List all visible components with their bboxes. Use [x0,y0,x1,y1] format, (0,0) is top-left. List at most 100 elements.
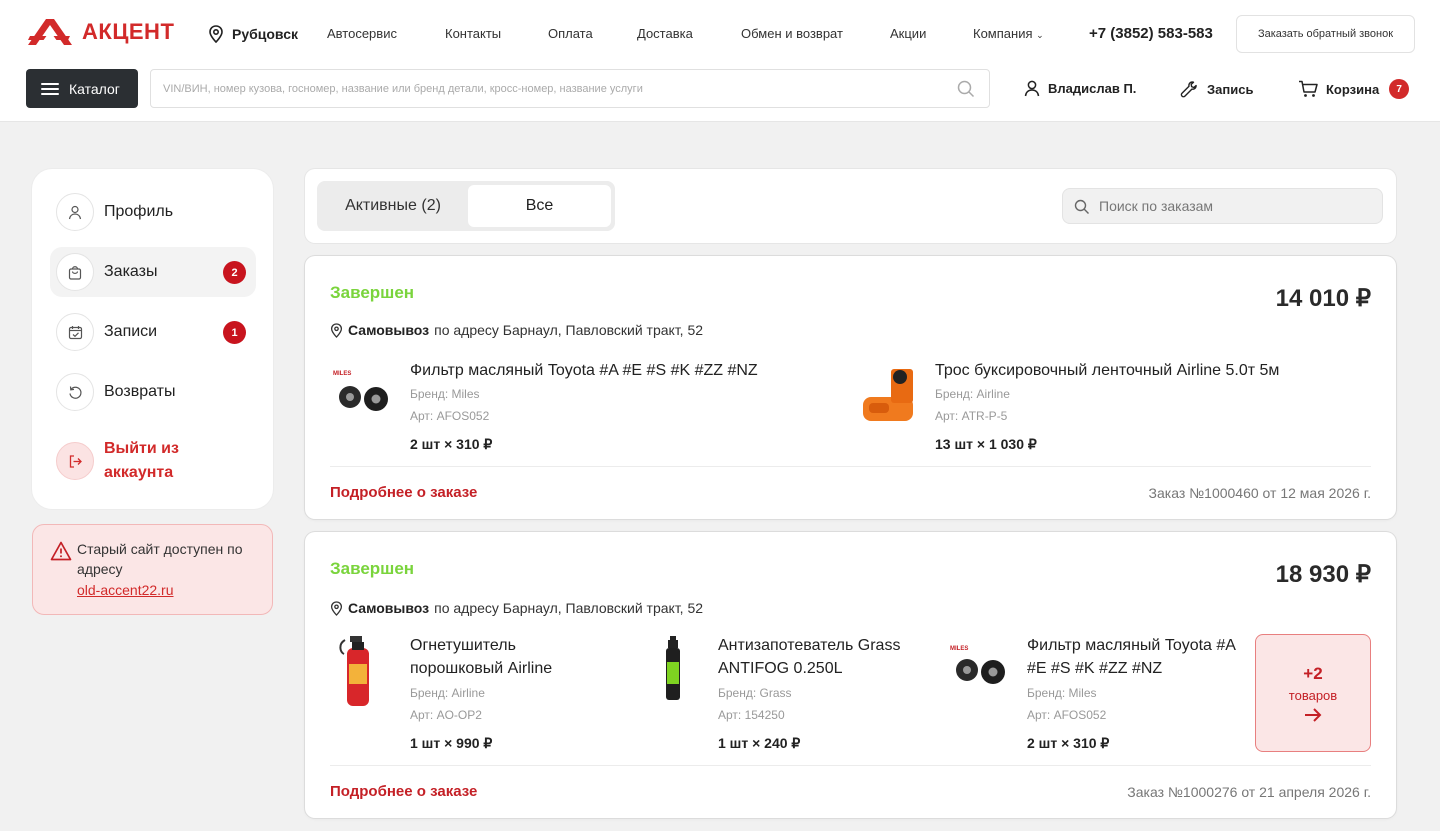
item-quantity-price: 1 шт × 990 ₽ [410,735,493,751]
nav-link-payment[interactable]: Оплата [548,26,593,41]
nav-link-autoservice[interactable]: Автосервис [327,26,397,41]
order-item[interactable]: Антизапотеватель Grass ANTIFOG 0.250L Бр… [638,634,928,754]
user-name: Владислав П. [1048,81,1137,96]
order-number-date: Заказ №1000460 от 12 мая 2026 г. [1148,485,1371,501]
orders-toolbar: Активные (2) Все [305,169,1396,243]
sidebar-item-returns[interactable]: Возвраты [50,367,256,417]
order-address: Самовывоз по адресу Барнаул, Павловский … [330,600,703,616]
item-name[interactable]: Фильтр масляный Toyota #A #E #S #K #ZZ #… [1027,634,1237,680]
divider [330,466,1371,467]
order-total: 14 010 ₽ [1275,285,1371,312]
item-brand: Бренд: Miles [1027,686,1097,700]
booking-link[interactable]: Запись [1180,80,1253,99]
orders-search [1062,188,1383,224]
orders-search-input[interactable] [1063,189,1343,223]
oil-filter-image: MILES [947,639,1017,699]
item-article: Арт: AFOS052 [1027,708,1107,722]
old-site-link[interactable]: old-accent22.ru [77,582,174,598]
catalog-button[interactable]: Каталог [26,69,138,108]
item-quantity-price: 1 шт × 240 ₽ [718,735,801,751]
callback-button[interactable]: Заказать обратный звонок [1236,15,1415,53]
tow-strap-image [855,364,925,424]
sidebar-item-label: Выйти из аккаунта [104,440,179,481]
cart-count-badge: 7 [1389,79,1410,99]
menu-icon [41,82,59,95]
search-icon [1074,199,1089,214]
catalog-label: Каталог [69,80,120,97]
oil-filter-image: MILES [330,364,400,424]
sidebar-item-label: Записи [104,323,158,340]
pickup-address: по адресу Барнаул, Павловский тракт, 52 [434,322,704,338]
more-items-label: товаров [1288,687,1338,703]
order-address: Самовывоз по адресу Барнаул, Павловский … [330,322,703,338]
chevron-down-icon: ⌄ [1036,30,1044,40]
top-navigation: Автосервис Контакты Оплата Доставка Обме… [327,26,1047,44]
more-items-button[interactable]: +2 товаров [1255,634,1371,752]
bookings-count-badge: 1 [223,321,246,344]
item-article: Арт: AFOS052 [410,409,490,423]
nav-link-delivery[interactable]: Доставка [637,26,693,41]
order-number-date: Заказ №1000276 от 21 апреля 2026 г. [1127,784,1371,800]
order-card: Завершен 14 010 ₽ Самовывоз по адресу Ба… [305,256,1396,519]
cart-label: Корзина [1326,81,1380,97]
item-name[interactable]: Фильтр масляный Toyota #A #E #S #K #ZZ #… [410,359,758,382]
search-icon[interactable] [957,80,975,98]
order-item[interactable]: Огнетушитель порошковый Airline Бренд: A… [330,634,620,754]
notice-text: Старый сайт доступен по адресу [77,541,243,577]
nav-company-label: Компания [973,26,1033,41]
bag-icon [56,253,94,291]
sidebar-item-logout[interactable]: Выйти из аккаунта [50,433,256,489]
divider [330,765,1371,766]
item-brand: Бренд: Airline [410,686,485,700]
logo-mark-icon [28,19,72,45]
orders-count-badge: 2 [223,261,246,284]
svg-text:MILES: MILES [333,371,351,377]
cart-link[interactable]: Корзина 7 [1298,79,1410,99]
nav-link-company[interactable]: Компания ⌄ [973,26,1044,41]
city-name: Рубцовск [232,26,298,42]
order-item[interactable]: Трос буксировочный ленточный Airline 5.0… [855,359,1355,459]
nav-link-promotions[interactable]: Акции [890,26,926,41]
warning-icon [50,541,72,561]
site-logo[interactable]: АКЦЕНТ [26,16,174,48]
booking-label: Запись [1207,82,1254,97]
user-icon [1024,80,1040,97]
sidebar-item-label: Профиль [104,203,174,220]
item-quantity-price: 2 шт × 310 ₽ [1027,735,1110,751]
svg-text:MILES: MILES [950,646,968,652]
site-search-input[interactable] [151,70,931,107]
orders-tabs: Активные (2) Все [317,181,615,231]
order-details-link[interactable]: Подробнее о заказе [330,484,477,501]
delivery-type: Самовывоз [348,322,430,338]
sidebar-item-profile[interactable]: Профиль [50,187,256,237]
item-name[interactable]: Огнетушитель порошковый Airline [410,634,580,680]
cart-icon [1299,80,1318,97]
item-quantity-price: 2 шт × 310 ₽ [410,436,493,452]
item-name[interactable]: Трос буксировочный ленточный Airline 5.0… [935,359,1279,382]
account-sidebar: Профиль Заказы 2 Записи 1 Возвраты Выйти… [32,169,273,509]
item-article: Арт: ATR-P-5 [935,409,1008,423]
map-pin-icon [330,600,343,616]
tab-active-orders[interactable]: Активные (2) [323,185,463,227]
order-details-link[interactable]: Подробнее о заказе [330,783,477,800]
order-item[interactable]: MILES Фильтр масляный Toyota #A #E #S #K… [947,634,1247,754]
sidebar-item-bookings[interactable]: Записи 1 [50,307,256,357]
logo-text: АКЦЕНТ [82,19,175,44]
order-total: 18 930 ₽ [1275,561,1371,588]
old-site-notice: Старый сайт доступен по адресу old-accen… [32,524,273,615]
sidebar-item-orders[interactable]: Заказы 2 [50,247,256,297]
nav-link-exchange-return[interactable]: Обмен и возврат [741,26,843,41]
order-item[interactable]: MILES Фильтр масляный Toyota #A #E #S #K… [330,359,830,459]
user-account-link[interactable]: Владислав П. [1024,80,1136,97]
item-name[interactable]: Антизапотеватель Grass ANTIFOG 0.250L [718,634,928,680]
item-brand: Бренд: Grass [718,686,792,700]
city-selector[interactable]: Рубцовск [208,25,298,43]
nav-link-contacts[interactable]: Контакты [445,26,501,41]
map-pin-icon [330,322,343,338]
delivery-type: Самовывоз [348,600,430,616]
phone-number[interactable]: +7 (3852) 583-583 [1089,25,1213,42]
calendar-check-icon [56,313,94,351]
tab-all-orders[interactable]: Все [468,185,611,227]
map-pin-icon [209,25,223,43]
logout-icon [56,442,94,480]
